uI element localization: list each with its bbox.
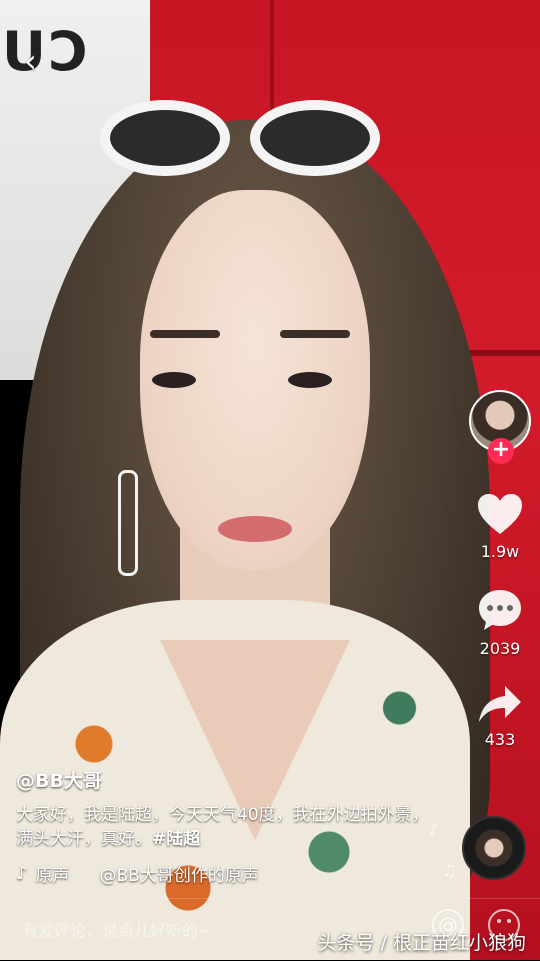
- video-info: @BB大哥 大家好，我是陆超，今天天气40度，我在外边拍外景，满头大汗，真好。#…: [16, 766, 436, 886]
- comment-input[interactable]: 有爱评论，说点儿好听的~: [22, 917, 211, 941]
- hashtag-link[interactable]: #陆超: [152, 829, 200, 849]
- speech-bubble-icon: [479, 590, 521, 630]
- right-eye: [288, 372, 332, 388]
- left-eye: [152, 372, 196, 388]
- heart-icon: [478, 494, 522, 534]
- back-button[interactable]: ‹: [24, 42, 37, 80]
- like-count: 1.9w: [480, 542, 520, 561]
- music-note-icon: ♪: [16, 863, 28, 884]
- right-lens: [250, 100, 380, 176]
- music-disc[interactable]: [462, 816, 526, 880]
- video-description: 大家好，我是陆超，今天天气40度，我在外边拍外景，满头大汗，真好。#陆超: [16, 803, 436, 851]
- description-text: 大家好，我是陆超，今天天气40度，我在外边拍外景，满头大汗，真好。: [16, 805, 429, 849]
- author-avatar[interactable]: +: [469, 390, 531, 464]
- music-note-icon: ♫: [442, 861, 457, 880]
- earring: [118, 470, 138, 576]
- like-button[interactable]: 1.9w: [476, 492, 524, 561]
- share-arrow-icon: [479, 686, 521, 722]
- music-info[interactable]: ♪ 原声 @BB大哥创作的原声: [16, 861, 436, 886]
- sunglasses: [100, 92, 384, 176]
- person-lips: [218, 516, 292, 542]
- watermark: 头条号 / 根正苗红小狼狗: [317, 932, 526, 954]
- comment-count: 2039: [479, 639, 521, 658]
- share-count: 433: [484, 730, 516, 749]
- background-sign-text: CU: [0, 20, 88, 83]
- share-button[interactable]: 433: [477, 684, 523, 749]
- music-label: 原声: [35, 866, 70, 886]
- left-eyebrow: [150, 330, 220, 338]
- music-title: @BB大哥创作的原声: [99, 866, 259, 886]
- follow-button[interactable]: +: [488, 438, 514, 464]
- action-column: + 1.9w 2039 433: [468, 390, 532, 749]
- chevron-left-icon: ‹: [24, 42, 37, 80]
- left-lens: [100, 100, 230, 176]
- plus-icon: +: [491, 437, 511, 462]
- author-username[interactable]: @BB大哥: [16, 766, 436, 793]
- right-eyebrow: [280, 330, 350, 338]
- comment-button[interactable]: 2039: [476, 587, 524, 658]
